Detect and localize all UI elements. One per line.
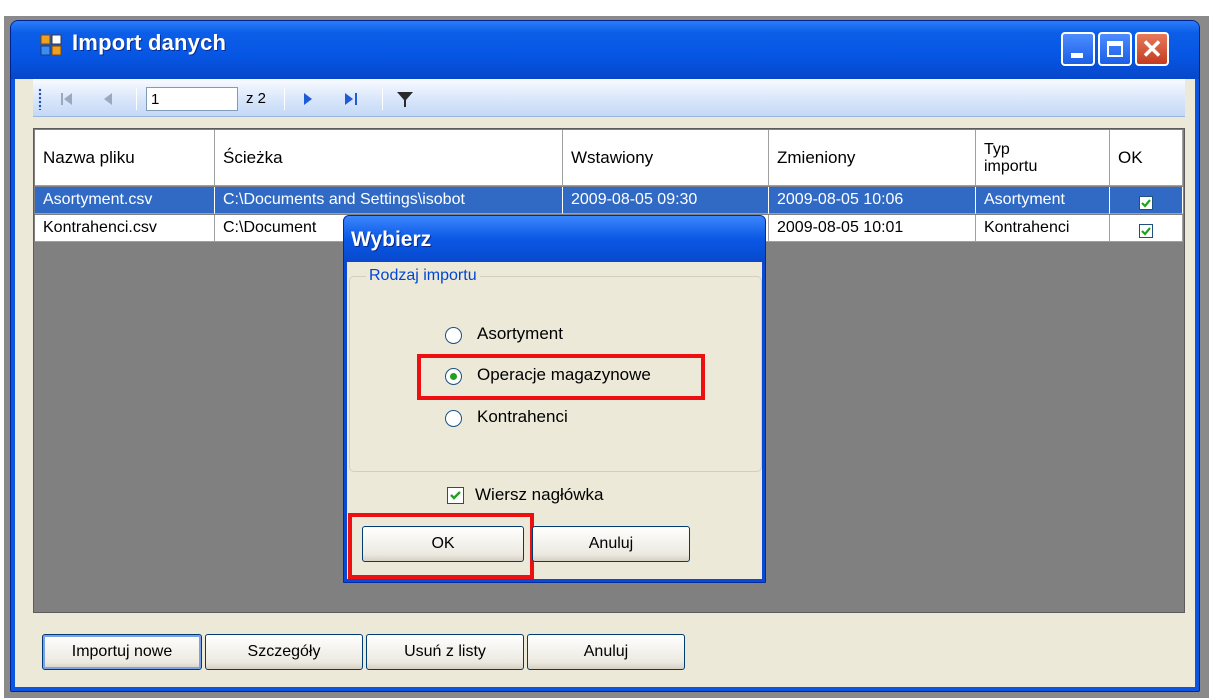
- app-icon: [40, 34, 62, 56]
- ok-checkbox[interactable]: [1139, 224, 1153, 238]
- move-last-icon[interactable]: [340, 88, 362, 110]
- column-header-ok[interactable]: OK: [1110, 130, 1183, 186]
- cell-file[interactable]: Asortyment.csv: [35, 187, 215, 214]
- window-title: Import danych: [72, 30, 227, 55]
- move-first-icon[interactable]: [56, 88, 78, 110]
- move-previous-icon[interactable]: [98, 88, 120, 110]
- import-new-button[interactable]: Importuj nowe: [42, 634, 202, 670]
- toolbar-separator: [382, 88, 383, 110]
- radio-assortment-label[interactable]: Asortyment: [477, 324, 563, 344]
- cell-ok[interactable]: [1110, 215, 1183, 242]
- close-button[interactable]: ✕: [1135, 32, 1169, 66]
- maximize-icon: [1107, 41, 1123, 57]
- header-row-checkbox[interactable]: [447, 487, 464, 504]
- close-icon: ✕: [1141, 34, 1163, 64]
- cell-type[interactable]: Asortyment: [976, 187, 1110, 214]
- cell-ok[interactable]: [1110, 187, 1183, 214]
- column-header-path[interactable]: Ścieżka: [215, 130, 563, 186]
- toolbar-separator: [136, 88, 137, 110]
- import-type-group-label: Rodzaj importu: [366, 267, 480, 285]
- import-window: Import danych ✕ z 2 Nazwa pliku Ścieżka …: [0, 0, 1209, 698]
- details-button[interactable]: Szczegóły: [205, 634, 363, 670]
- radio-contractors[interactable]: [445, 410, 462, 427]
- radio-contractors-label[interactable]: Kontrahenci: [477, 407, 568, 427]
- checkmark-icon: [1141, 227, 1151, 236]
- move-next-icon[interactable]: [296, 88, 318, 110]
- column-header-type[interactable]: Typ importu: [976, 130, 1110, 186]
- cell-path[interactable]: C:\Documents and Settings\isobot: [215, 187, 563, 214]
- radio-assortment[interactable]: [445, 327, 462, 344]
- filter-icon[interactable]: [394, 88, 416, 110]
- cell-type[interactable]: Kontrahenci: [976, 215, 1110, 242]
- cell-file[interactable]: Kontrahenci.csv: [35, 215, 215, 242]
- remove-from-list-button[interactable]: Usuń z listy: [366, 634, 524, 670]
- minimize-icon: [1071, 53, 1083, 58]
- maximize-button[interactable]: [1098, 32, 1132, 66]
- dialog-ok-button[interactable]: OK: [362, 526, 524, 562]
- toolbar-grip[interactable]: [38, 88, 42, 110]
- position-input[interactable]: [146, 87, 238, 111]
- header-row-label[interactable]: Wiersz nagłówka: [475, 485, 604, 505]
- column-header-type-label: Typ importu: [984, 140, 1038, 175]
- count-label: z 2: [246, 90, 267, 107]
- checkmark-icon: [1141, 199, 1151, 208]
- toolbar-separator: [284, 88, 285, 110]
- cancel-button[interactable]: Anuluj: [527, 634, 685, 670]
- cell-modified[interactable]: 2009-08-05 10:06: [769, 187, 976, 214]
- radio-warehouse-operations[interactable]: [445, 368, 462, 385]
- dialog-title: Wybierz: [351, 228, 432, 251]
- column-header-file[interactable]: Nazwa pliku: [35, 130, 215, 186]
- column-header-modified[interactable]: Zmieniony: [769, 130, 976, 186]
- cell-modified[interactable]: 2009-08-05 10:01: [769, 215, 976, 242]
- radio-warehouse-operations-label[interactable]: Operacje magazynowe: [477, 365, 651, 385]
- checkmark-icon: [450, 491, 461, 500]
- cell-inserted[interactable]: 2009-08-05 09:30: [563, 187, 769, 214]
- ok-checkbox[interactable]: [1139, 196, 1153, 210]
- minimize-button[interactable]: [1061, 32, 1095, 66]
- dialog-cancel-button[interactable]: Anuluj: [532, 526, 690, 562]
- column-header-inserted[interactable]: Wstawiony: [563, 130, 769, 186]
